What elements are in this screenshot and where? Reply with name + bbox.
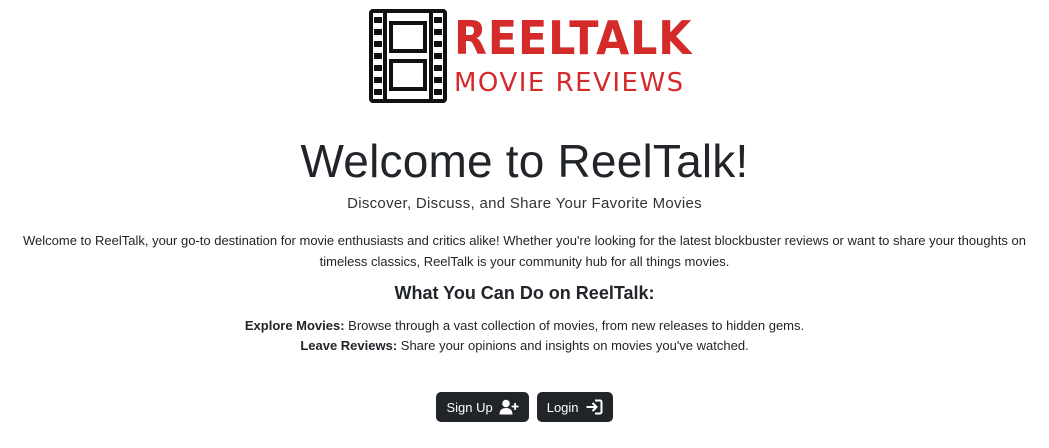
feature-label: Leave Reviews: <box>300 338 398 353</box>
auth-buttons: Sign Up Login <box>0 392 1049 422</box>
feature-text: Browse through a vast collection of movi… <box>344 318 805 333</box>
film-strip-icon <box>369 9 447 103</box>
login-label: Login <box>546 399 579 415</box>
intro-paragraph: Welcome to ReelTalk, your go-to destinat… <box>22 233 1026 269</box>
user-plus-icon <box>499 399 519 415</box>
features-list: Explore Movies: Browse through a vast co… <box>0 316 1049 356</box>
features-heading: What You Can Do on ReelTalk: <box>394 283 655 303</box>
sign-in-icon <box>586 399 603 415</box>
feature-item: Explore Movies: Browse through a vast co… <box>0 316 1049 336</box>
sign-up-button[interactable]: Sign Up <box>436 392 529 422</box>
page-title: Welcome to ReelTalk! <box>300 135 749 187</box>
sign-up-label: Sign Up <box>446 399 493 415</box>
page-subtitle: Discover, Discuss, and Share Your Favori… <box>347 195 702 212</box>
logo-subtitle: MOVIE REVIEWS <box>454 68 685 98</box>
login-button[interactable]: Login <box>536 392 613 422</box>
feature-item: Leave Reviews: Share your opinions and i… <box>0 336 1049 356</box>
feature-label: Explore Movies: <box>244 318 345 333</box>
site-logo[interactable]: REELTALK MOVIE REVIEWS <box>368 8 691 104</box>
feature-text: Share your opinions and insights on movi… <box>397 338 749 353</box>
home-page: REELTALK MOVIE REVIEWS Welcome to ReelTa… <box>0 0 1049 448</box>
logo-title: REELTALK <box>454 11 693 65</box>
